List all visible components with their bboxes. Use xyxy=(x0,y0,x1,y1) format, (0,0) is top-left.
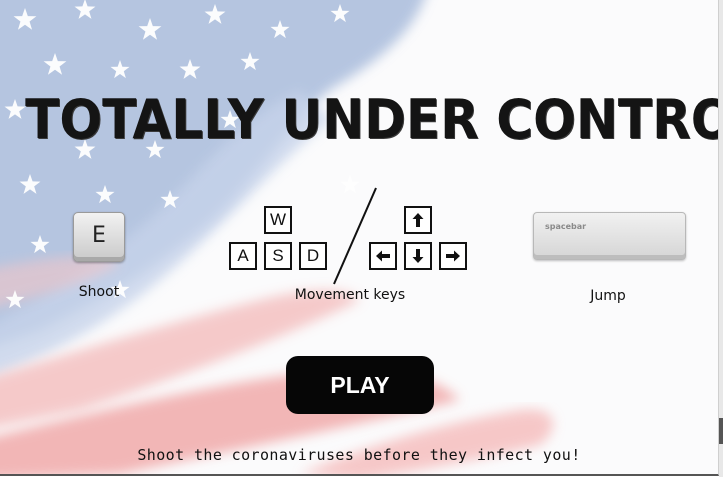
right-arrow-icon xyxy=(439,242,467,270)
up-arrow-icon xyxy=(404,206,432,234)
spacebar-key-icon: spacebar xyxy=(533,212,686,260)
s-key-icon: S xyxy=(264,242,292,270)
movement-keys-label: Movement keys xyxy=(294,287,406,303)
tagline: Shoot the coronaviruses before they infe… xyxy=(137,446,581,464)
d-key-icon: D xyxy=(299,242,327,270)
left-arrow-icon xyxy=(369,242,397,270)
play-button[interactable]: PLAY xyxy=(286,356,434,414)
a-key-icon: A xyxy=(229,242,257,270)
scrollbar-thumb[interactable] xyxy=(719,418,723,444)
slash-divider xyxy=(333,187,377,285)
spacebar-key-text: spacebar xyxy=(545,222,587,231)
shoot-label: Shoot xyxy=(78,284,120,300)
jump-label: Jump xyxy=(590,288,626,304)
game-start-screen: TOTALLY UNDER CONTROL... E Shoot W A S D… xyxy=(0,0,719,476)
down-arrow-icon xyxy=(404,242,432,270)
e-key-icon: E xyxy=(73,212,125,262)
game-title: TOTALLY UNDER CONTROL... xyxy=(25,88,718,151)
w-key-icon: W xyxy=(264,206,292,234)
page-scrollbar[interactable] xyxy=(719,0,723,477)
